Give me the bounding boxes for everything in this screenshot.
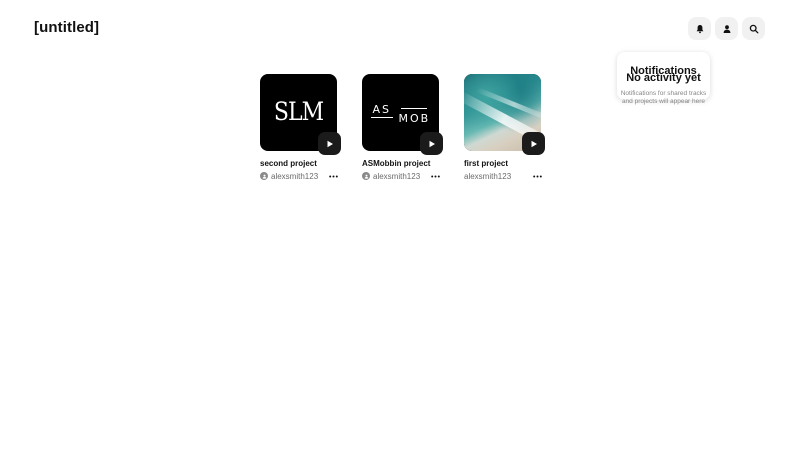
- more-options-button[interactable]: [531, 171, 543, 181]
- project-card[interactable]: SLM second project alexsmith123: [260, 74, 341, 181]
- more-horizontal-icon: [532, 175, 542, 177]
- project-title[interactable]: first project: [464, 159, 541, 169]
- search-button[interactable]: [742, 17, 765, 40]
- project-card[interactable]: first project alexsmith123: [464, 74, 545, 181]
- project-card[interactable]: AS MOB ASMobbin project alexsmith123: [362, 74, 443, 181]
- project-owner: alexsmith123: [373, 171, 421, 181]
- search-icon: [749, 24, 758, 33]
- project-owner: alexsmith123: [271, 171, 319, 181]
- play-button[interactable]: [420, 132, 443, 155]
- asmob-logo-as: AS: [372, 102, 392, 116]
- notifications-button[interactable]: [688, 17, 711, 40]
- project-grid: SLM second project alexsmith123 AS MOB A…: [260, 74, 545, 181]
- project-meta: alexsmith123: [260, 171, 339, 181]
- more-horizontal-icon: [328, 175, 338, 177]
- more-horizontal-icon: [430, 175, 440, 177]
- slm-logo: SLM: [273, 98, 324, 127]
- notifications-empty-title: No activity yet: [626, 72, 701, 84]
- asmob-logo: AS MOB: [370, 101, 431, 125]
- profile-button[interactable]: [715, 17, 738, 40]
- notifications-empty-description: Notifications for shared tracks and proj…: [620, 90, 707, 105]
- project-owner: alexsmith123: [464, 171, 512, 181]
- play-icon: [531, 140, 537, 147]
- project-meta: alexsmith123: [362, 171, 441, 181]
- more-options-button[interactable]: [327, 171, 339, 181]
- project-title[interactable]: ASMobbin project: [362, 159, 439, 169]
- project-title[interactable]: second project: [260, 159, 337, 169]
- app-title: [untitled]: [34, 19, 100, 36]
- asmob-logo-mob: MOB: [398, 111, 431, 125]
- project-meta: alexsmith123: [464, 171, 543, 181]
- user-icon: [723, 24, 730, 33]
- play-icon: [327, 140, 333, 147]
- play-button[interactable]: [522, 132, 545, 155]
- play-icon: [429, 140, 435, 147]
- top-actions: [688, 17, 765, 40]
- project-thumbnail[interactable]: SLM: [260, 74, 341, 155]
- project-thumbnail[interactable]: [464, 74, 545, 155]
- play-button[interactable]: [318, 132, 341, 155]
- project-thumbnail[interactable]: AS MOB: [362, 74, 443, 155]
- bell-icon: [696, 24, 703, 33]
- shared-icon: [260, 172, 268, 180]
- shared-icon: [362, 172, 370, 180]
- more-options-button[interactable]: [429, 171, 441, 181]
